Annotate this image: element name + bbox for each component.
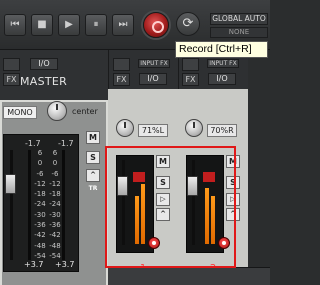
master-pan-knob[interactable]: [47, 101, 67, 121]
track-1-solo-button[interactable]: S: [156, 176, 170, 189]
track-2-env-button[interactable]: ^: [226, 208, 240, 221]
master-peak-left: -1.7: [25, 139, 41, 148]
track-1-peak-indicator: [133, 172, 145, 182]
track-2-play-icon[interactable]: ▷: [226, 193, 240, 206]
master-volume-fader[interactable]: [5, 174, 16, 194]
track-2-peak-indicator: [203, 172, 215, 182]
track-1-play-icon[interactable]: ▷: [156, 193, 170, 206]
track-2-arm-button[interactable]: [182, 58, 199, 71]
master-fx-button[interactable]: FX: [3, 73, 20, 86]
stop-icon: ■: [37, 19, 47, 30]
track-2-volume-fader[interactable]: [187, 176, 198, 196]
global-auto-button[interactable]: GLOBAL AUTO: [210, 13, 268, 25]
master-io-button[interactable]: I/O: [30, 58, 58, 70]
skip-forward-icon: ⏭: [118, 19, 128, 30]
master-pan-value: center: [72, 107, 98, 116]
track-1-record-arm-button[interactable]: [148, 237, 160, 249]
master-mute-button[interactable]: M: [86, 131, 100, 144]
track-1-fx-button[interactable]: FX: [113, 73, 130, 86]
pause-icon: ⏸: [93, 19, 99, 30]
track-2-record-arm-button[interactable]: [218, 237, 230, 249]
pause-button[interactable]: ⏸: [85, 14, 107, 36]
repeat-button[interactable]: ⟳: [176, 12, 200, 36]
master-arm-button[interactable]: [3, 58, 20, 71]
track-1-pan-knob[interactable]: [116, 119, 134, 137]
track-1-meter-right: [141, 184, 145, 244]
repeat-icon: ⟳: [182, 16, 194, 31]
master-label: MASTER: [20, 75, 68, 88]
master-env-button[interactable]: ^: [86, 169, 100, 182]
track-1-env-button[interactable]: ^: [156, 208, 170, 221]
goto-end-button[interactable]: ⏭: [112, 14, 134, 36]
goto-start-button[interactable]: ⏮: [4, 14, 26, 36]
master-peak-right: -1.7: [58, 139, 74, 148]
master-scale-right: 6 0 -6 -12 -18 -24 -30 -36 -42 -48 -54: [49, 149, 61, 260]
master-volume-left: +3.7: [24, 260, 44, 269]
track-1-meter-left: [135, 196, 139, 244]
track-2-pan-knob[interactable]: [185, 119, 203, 137]
track-1-arm-button[interactable]: [113, 58, 130, 71]
record-tooltip: Record [Ctrl+R]: [175, 41, 268, 58]
track-2-meter-right: [211, 196, 215, 244]
master-trim-label: TR: [86, 183, 100, 196]
track-1-input-fx-button[interactable]: INPUT FX: [138, 59, 170, 68]
track-2-fx-button[interactable]: FX: [182, 73, 199, 86]
play-icon: ▶: [65, 19, 73, 30]
track-2-pan-value: 70%R: [207, 124, 237, 137]
master-solo-button[interactable]: S: [86, 151, 100, 164]
play-button[interactable]: ▶: [58, 14, 80, 36]
track-2-solo-button[interactable]: S: [226, 176, 240, 189]
mono-button[interactable]: MONO: [3, 106, 37, 119]
track-2-mute-button[interactable]: M: [226, 155, 240, 168]
mixer-footer: [108, 267, 270, 285]
stop-button[interactable]: ■: [31, 14, 53, 36]
track-1-pan-value: 71%L: [138, 124, 168, 137]
track-1-volume-fader[interactable]: [117, 176, 128, 196]
track-2-fader-track: [192, 160, 195, 245]
track-2-io-button[interactable]: I/O: [208, 73, 236, 85]
track-1-fader-track: [122, 160, 125, 245]
global-auto-mode[interactable]: NONE: [210, 27, 268, 38]
track-1-mute-button[interactable]: M: [156, 155, 170, 168]
track-2-meter-left: [205, 188, 209, 244]
record-button[interactable]: [143, 12, 169, 38]
master-volume-right: +3.7: [55, 260, 75, 269]
skip-back-icon: ⏮: [10, 19, 20, 30]
track-1-io-button[interactable]: I/O: [139, 73, 167, 85]
track-2-input-fx-button[interactable]: INPUT FX: [207, 59, 239, 68]
master-fader-track: [10, 150, 13, 260]
